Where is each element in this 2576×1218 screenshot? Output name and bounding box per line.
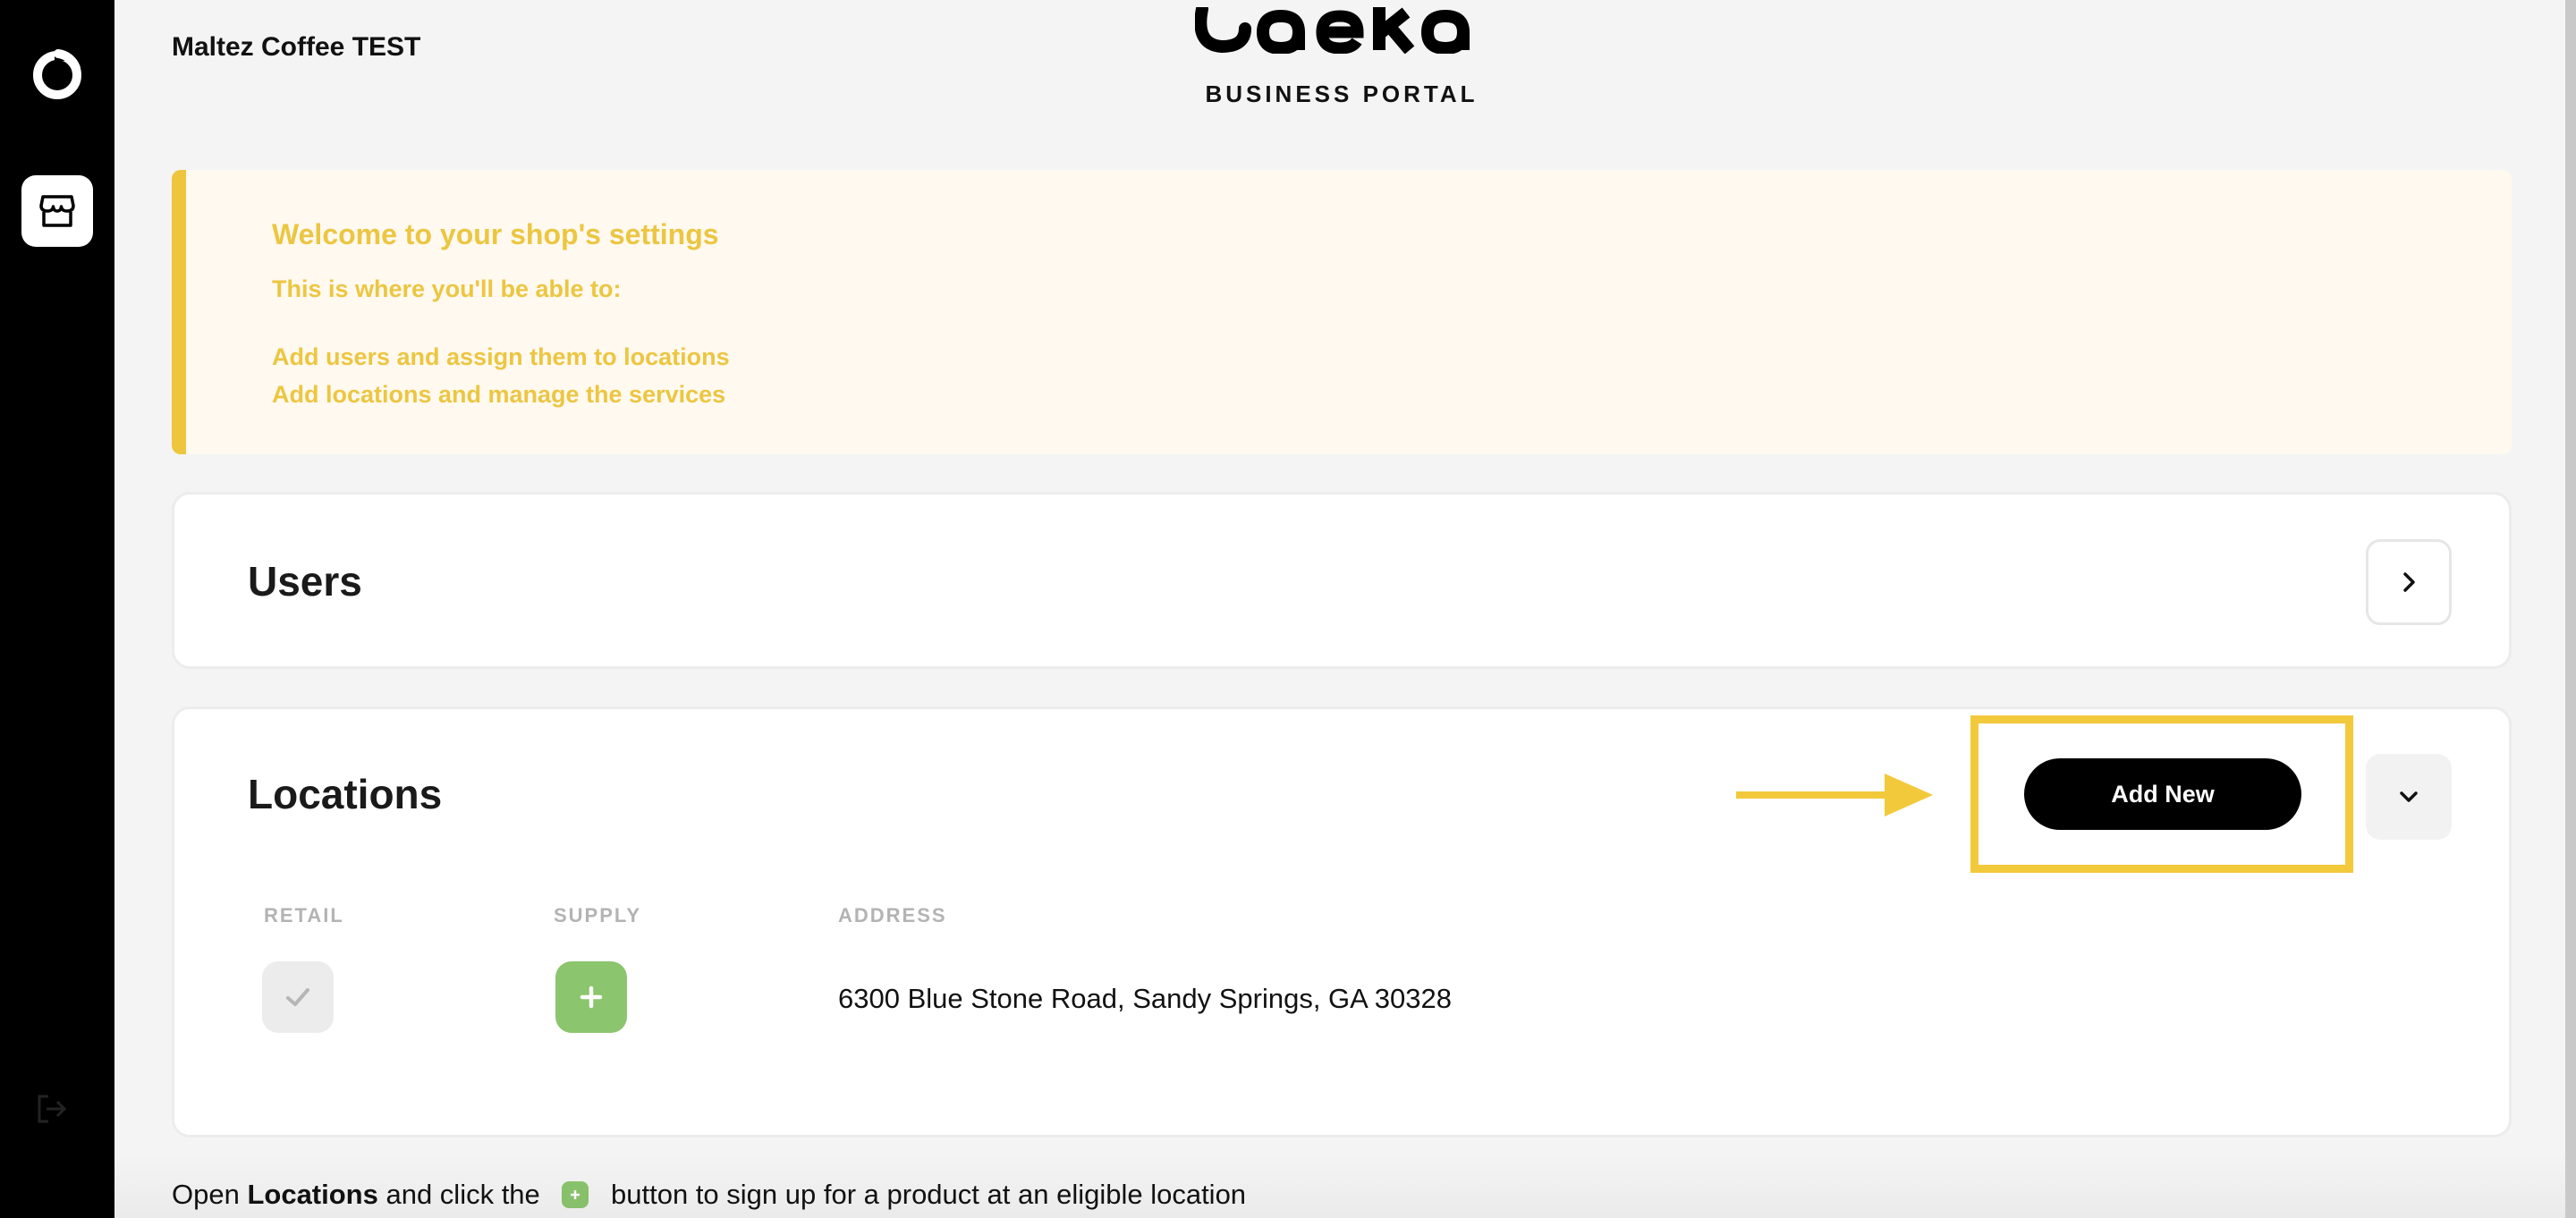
banner-bullet: Add locations and manage the services	[272, 381, 726, 408]
locations-title: Locations	[248, 771, 443, 817]
check-icon	[286, 988, 309, 1006]
caption-bold: Locations	[247, 1179, 378, 1210]
banner-bullet: Add users and assign them to locations	[272, 343, 730, 370]
chevron-right-icon	[2403, 572, 2415, 592]
chevron-down-icon	[2400, 791, 2418, 802]
app-root: Maltez Coffee TEST BUSINESS PORTAL Welco…	[0, 0, 2576, 1218]
portal-label: BUSINESS PORTAL	[1205, 80, 1479, 107]
caption-text: and click the	[377, 1179, 548, 1210]
arrow-annotation-icon	[1736, 774, 1933, 816]
users-open-button[interactable]	[2366, 539, 2452, 625]
locations-expand-button[interactable]	[2366, 754, 2452, 840]
users-title: Users	[248, 558, 362, 605]
add-new-location-button[interactable]: Add New	[2024, 758, 2301, 830]
welcome-banner: Welcome to your shop's settings This is …	[172, 170, 2512, 454]
sidebar	[0, 0, 114, 1218]
shop-name: Maltez Coffee TEST	[172, 32, 421, 62]
banner-intro: This is where you'll be able to:	[272, 275, 622, 302]
column-header-supply: SUPPLY	[554, 904, 642, 926]
retail-toggle[interactable]	[262, 961, 334, 1033]
banner-title: Welcome to your shop's settings	[272, 218, 719, 250]
caption-text: Open	[172, 1179, 248, 1210]
column-header-retail: RETAIL	[264, 904, 344, 926]
brand-icon[interactable]	[28, 43, 87, 102]
instruction-caption: Open Locations and click the button to s…	[172, 1179, 1246, 1211]
supply-add-button[interactable]	[555, 961, 627, 1033]
sidebar-item-shop[interactable]	[21, 175, 93, 247]
brand-logo	[1195, 0, 1485, 54]
caption-text: button to sign up for a product at an el…	[603, 1179, 1247, 1210]
plus-icon	[580, 985, 603, 1009]
plus-icon	[562, 1181, 589, 1208]
users-card: Users	[172, 492, 2512, 669]
location-address: 6300 Blue Stone Road, Sandy Springs, GA …	[838, 983, 1452, 1014]
locations-card: Locations Add New RETAIL SUPPLY ADDRESS …	[172, 706, 2512, 1138]
column-header-address: ADDRESS	[838, 904, 947, 926]
window-edge	[2565, 0, 2576, 1218]
storefront-icon	[39, 195, 75, 227]
logout-icon[interactable]	[36, 1093, 68, 1125]
